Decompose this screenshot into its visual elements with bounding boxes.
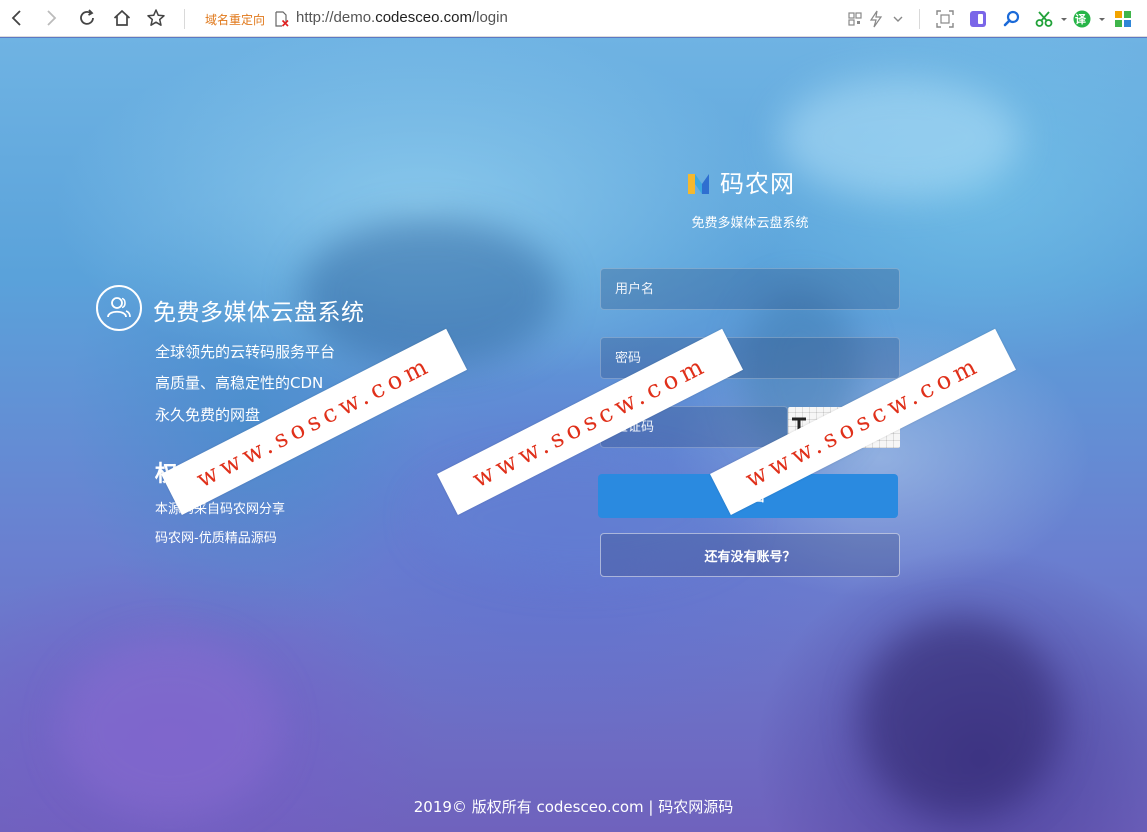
promo-line: 码农网-优质精品源码 xyxy=(155,531,277,546)
insecure-icon[interactable] xyxy=(273,11,289,27)
footer-copyright: 2019© 版权所有 codesceo.com | 码农网源码 xyxy=(413,798,734,816)
browser-toolbar: 域名重定向 http://demo.codesceo.com/login 译 xyxy=(0,0,1147,37)
lightning-icon[interactable] xyxy=(866,9,886,29)
feature-item: 全球领先的云转码服务平台 xyxy=(155,343,336,361)
feature-item: 永久免费的网盘 xyxy=(155,406,261,424)
translate-label: 译 xyxy=(1075,13,1086,26)
address-bar[interactable]: http://demo.codesceo.com/login xyxy=(296,9,508,26)
feature-item: 高质量、高稳定性的CDN xyxy=(155,374,324,392)
translate-icon[interactable]: 译 xyxy=(1072,9,1092,29)
reload-icon[interactable] xyxy=(72,3,102,33)
site-logo: 码农网 xyxy=(686,164,795,199)
chevron-down-icon[interactable] xyxy=(1054,9,1074,29)
background-blur xyxy=(860,618,1060,818)
logo-mark-icon xyxy=(688,173,709,194)
star-icon[interactable] xyxy=(141,3,171,33)
toolbar-divider xyxy=(184,9,185,29)
redirect-label: 域名重定向 xyxy=(205,13,266,27)
forward-icon[interactable] xyxy=(36,3,66,33)
scissors-icon[interactable] xyxy=(1034,9,1054,29)
logo-text: 码农网 xyxy=(720,170,795,198)
register-button[interactable]: 还有没有账号？ xyxy=(600,533,900,577)
background-blur xyxy=(60,638,280,818)
back-icon[interactable] xyxy=(2,3,32,33)
apps-icon[interactable] xyxy=(1113,9,1133,29)
login-tagline: 免费多媒体云盘系统 xyxy=(691,216,809,231)
chevron-down-icon[interactable] xyxy=(888,9,908,29)
username-field[interactable] xyxy=(600,268,900,310)
qr-icon[interactable] xyxy=(845,9,865,29)
background-blur xyxy=(780,78,1020,198)
chevron-down-icon[interactable] xyxy=(1092,9,1112,29)
intro-headline: 免费多媒体云盘系统 xyxy=(153,300,365,326)
users-icon xyxy=(96,285,142,331)
url-path: /login xyxy=(471,9,508,26)
toolbar-divider xyxy=(919,9,920,29)
url-prefix: http://demo. xyxy=(296,9,376,26)
url-host: codesceo.com xyxy=(375,9,472,26)
username-input[interactable] xyxy=(615,281,785,297)
home-icon[interactable] xyxy=(107,3,137,33)
screenshot-icon[interactable] xyxy=(935,9,955,29)
sidebar-icon[interactable] xyxy=(968,9,988,29)
search-icon[interactable] xyxy=(1002,9,1022,29)
